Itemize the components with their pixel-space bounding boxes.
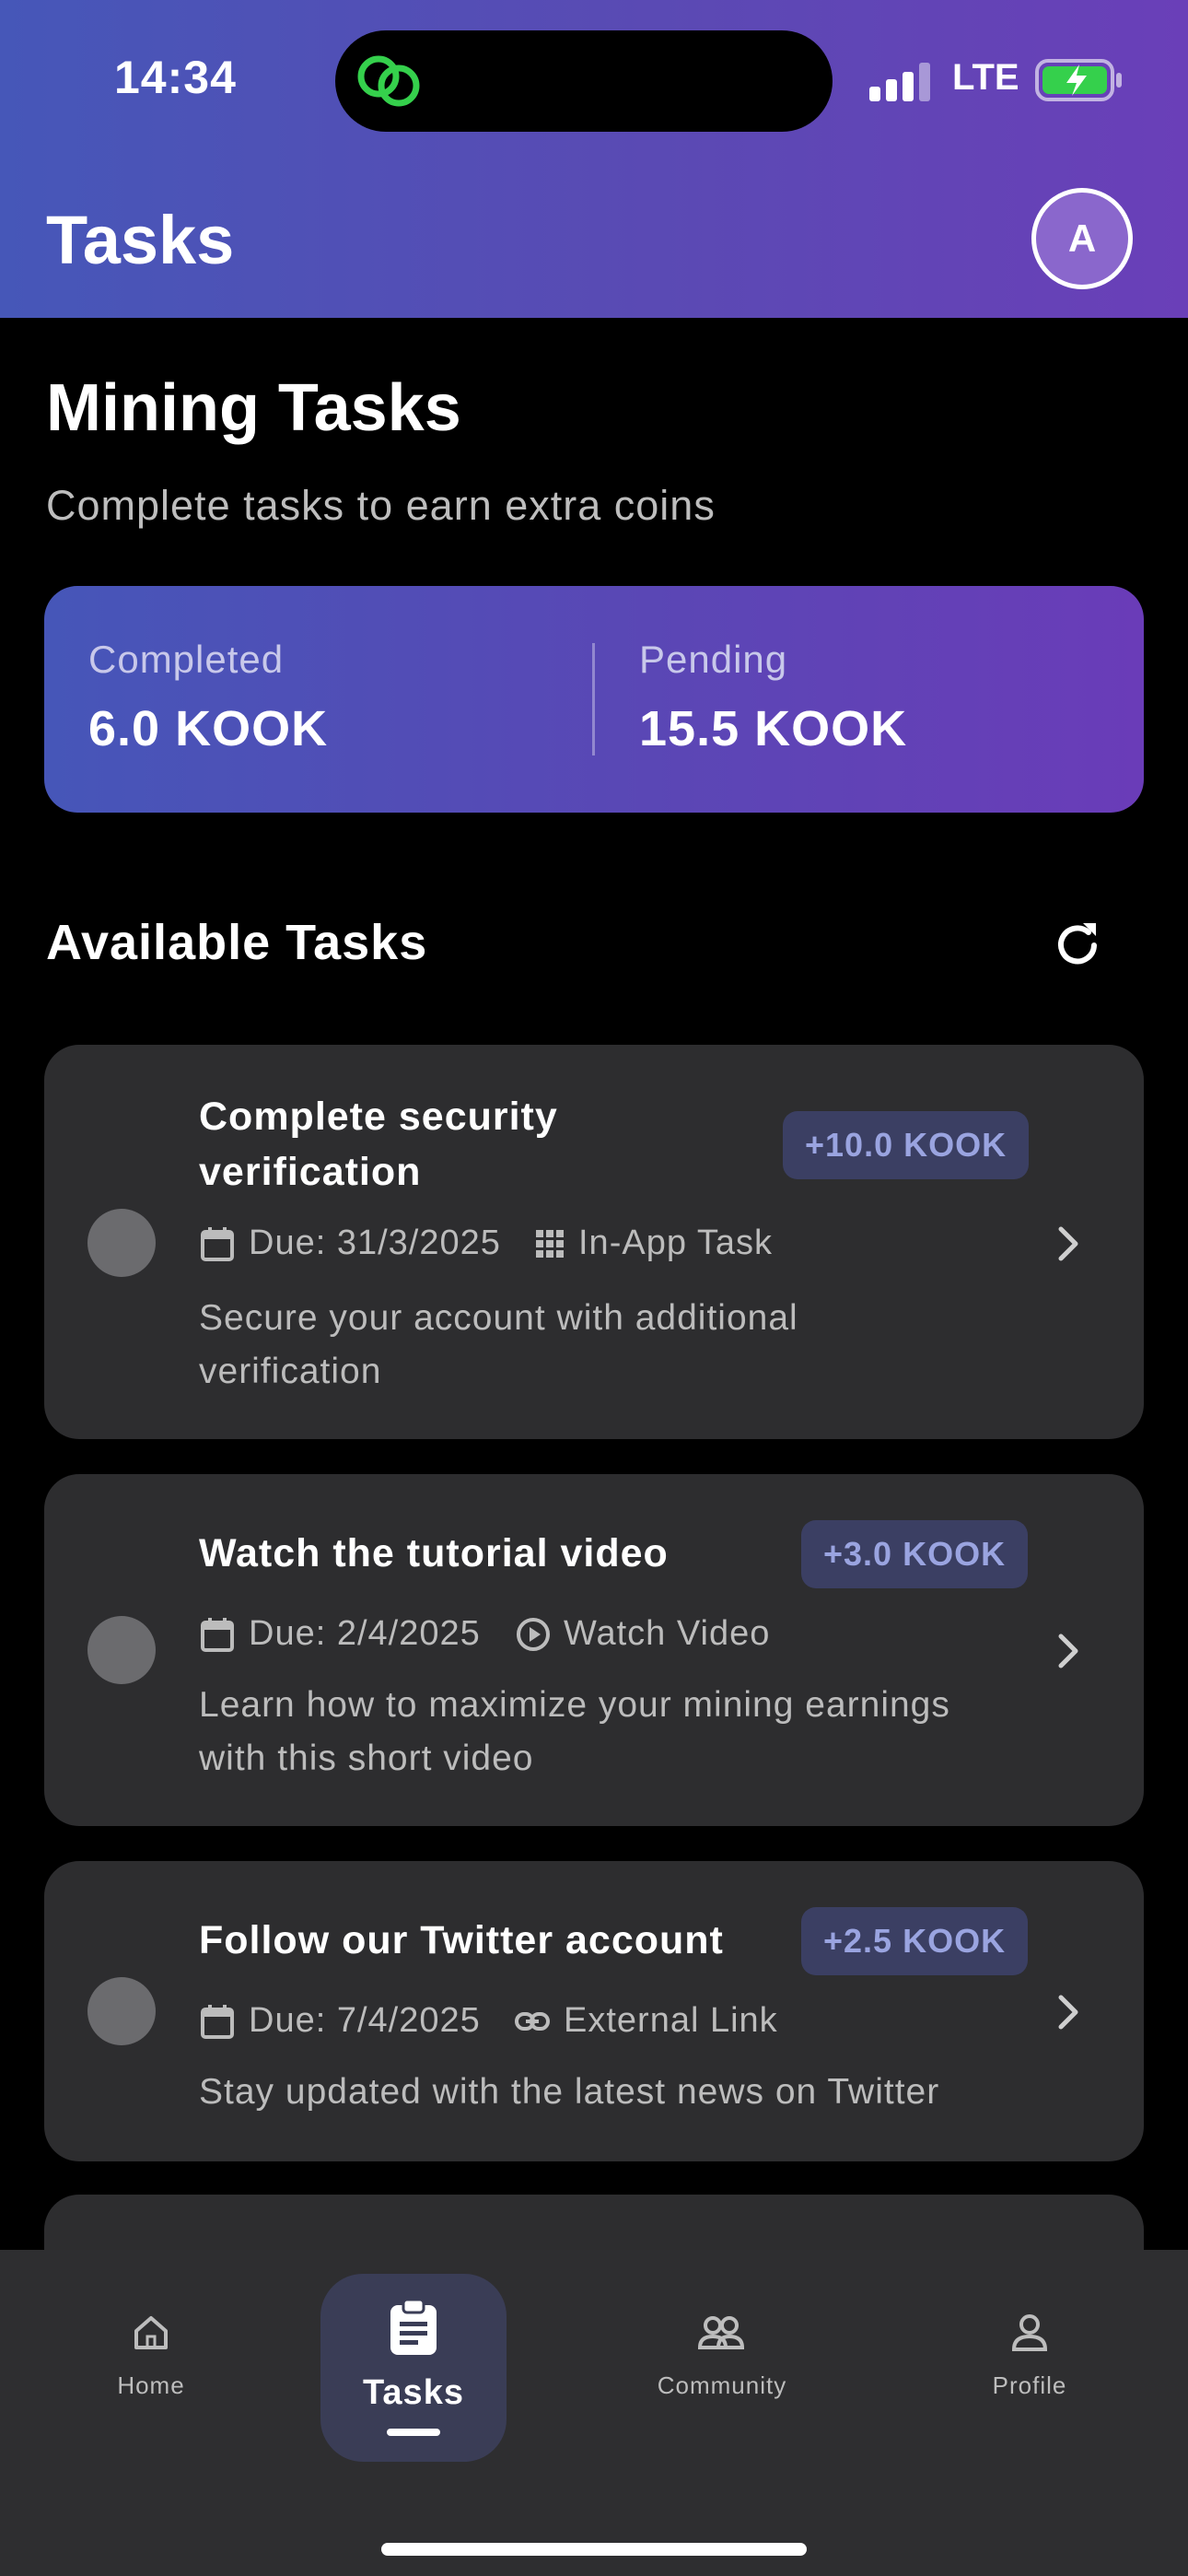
reward-badge: +2.5 KOOK [801, 1907, 1029, 1975]
home-indicator [381, 2543, 807, 2556]
avatar[interactable]: A [1031, 188, 1133, 289]
tab-active-indicator [387, 2429, 440, 2436]
tab-tasks-label: Tasks [363, 2373, 464, 2412]
task-description-line: Learn how to maximize your mining earnin… [199, 1685, 950, 1725]
task-status-indicator[interactable] [87, 1977, 156, 2045]
section-subtitle: Complete tasks to earn extra coins [46, 482, 716, 529]
task-description-line: Secure your account with additional [199, 1298, 798, 1338]
pending-value: 15.5 KOOK [639, 701, 908, 756]
task-due-text: Due: 7/4/2025 [249, 2001, 481, 2040]
task-description-line: verification [199, 1352, 382, 1391]
tab-home[interactable]: Home [96, 2313, 206, 2414]
tab-home-label: Home [117, 2371, 185, 2399]
network-type: LTE [952, 57, 1019, 98]
page-title: Tasks [46, 202, 235, 278]
task-due: Due: 2/4/2025 [199, 1614, 481, 1654]
task-description-line: with this short video [199, 1739, 534, 1778]
reward-badge: +10.0 KOOK [783, 1111, 1030, 1179]
link-icon [515, 2011, 550, 2031]
completed-value: 6.0 KOOK [88, 701, 329, 756]
task-title-line: verification [199, 1150, 422, 1194]
task-card-partial [44, 2195, 1144, 2250]
task-type-text: In-App Task [578, 1224, 773, 1262]
tab-community[interactable]: Community [645, 2313, 799, 2414]
task-type-text: External Link [564, 2001, 778, 2040]
calendar-icon [201, 2004, 234, 2039]
task-type: Watch Video [516, 1614, 770, 1654]
task-due-text: Due: 2/4/2025 [249, 1614, 481, 1653]
calendar-icon [201, 1226, 234, 1261]
link-rings-icon [357, 55, 420, 107]
tab-profile[interactable]: Profile [974, 2313, 1085, 2414]
task-status-indicator[interactable] [87, 1209, 156, 1277]
task-title: Follow our Twitter account [199, 1918, 724, 1962]
person-icon [1011, 2314, 1048, 2351]
task-type-text: Watch Video [564, 1614, 771, 1653]
task-status-indicator[interactable] [87, 1616, 156, 1684]
task-title: Watch the tutorial video [199, 1531, 669, 1575]
status-time: 14:34 [114, 52, 237, 103]
signal-icon [869, 63, 930, 101]
task-due: Due: 7/4/2025 [199, 2001, 481, 2041]
task-description: Learn how to maximize your mining earnin… [199, 1679, 950, 1786]
play-circle-icon [517, 1617, 550, 1651]
grid-icon [536, 1229, 564, 1258]
clipboard-icon [390, 2298, 437, 2355]
chevron-right-icon[interactable] [1052, 1992, 1085, 2032]
available-tasks-title: Available Tasks [46, 915, 428, 970]
task-title-line: Complete security [199, 1095, 558, 1139]
completed-label: Completed [88, 638, 285, 681]
task-description: Secure your account with additional veri… [199, 1292, 798, 1399]
task-description: Stay updated with the latest news on Twi… [199, 2072, 940, 2112]
reward-badge: +3.0 KOOK [801, 1520, 1029, 1588]
stats-divider [592, 643, 595, 755]
section-title: Mining Tasks [46, 371, 461, 445]
pending-label: Pending [639, 638, 788, 681]
task-type: In-App Task [534, 1224, 773, 1263]
chevron-right-icon[interactable] [1052, 1631, 1085, 1671]
chevron-right-icon[interactable] [1052, 1224, 1085, 1264]
tab-profile-label: Profile [992, 2371, 1067, 2399]
tab-community-label: Community [657, 2371, 787, 2399]
refresh-icon[interactable] [1050, 918, 1105, 973]
task-type: External Link [514, 2001, 778, 2041]
calendar-icon [201, 1617, 234, 1652]
task-title: Complete security verification [199, 1089, 558, 1200]
battery-charging-icon [1035, 59, 1122, 101]
task-due-text: Due: 31/3/2025 [249, 1224, 501, 1262]
people-icon [698, 2316, 744, 2349]
home-icon [134, 2316, 168, 2349]
task-due: Due: 31/3/2025 [199, 1224, 501, 1263]
